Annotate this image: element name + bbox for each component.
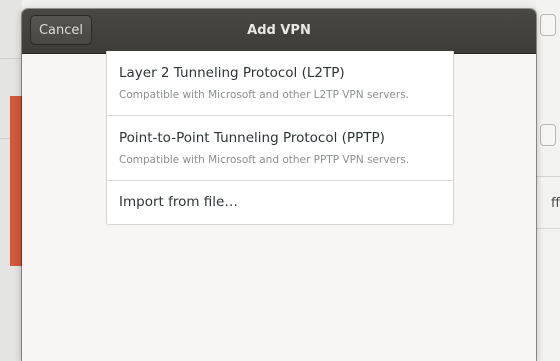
vpn-type-list: Layer 2 Tunneling Protocol (L2TP) Compat… [106,51,454,225]
vpn-option-title: Layer 2 Tunneling Protocol (L2TP) [119,65,345,81]
vpn-option-title: Import from file… [119,194,238,210]
vpn-option-l2tp[interactable]: Layer 2 Tunneling Protocol (L2TP) Compat… [107,51,453,116]
background-sidebar [0,0,22,361]
vpn-option-title: Point-to-Point Tunneling Protocol (PPTP) [119,130,385,146]
background-toggle-label: ff [551,196,560,211]
dialog-titlebar: Add VPN Cancel [22,9,536,54]
add-vpn-dialog: Add VPN Cancel Layer 2 Tunneling Protoco… [22,9,536,361]
background-settings-button [540,124,556,146]
vpn-option-pptp[interactable]: Point-to-Point Tunneling Protocol (PPTP)… [107,116,453,181]
background-right-panel: ff [536,0,560,361]
background-settings-button [540,14,556,36]
cancel-button[interactable]: Cancel [30,15,92,45]
dialog-title: Add VPN [247,23,311,38]
vpn-option-description: Compatible with Microsoft and other PPTP… [119,154,410,166]
background-accent-bar [10,96,22,266]
vpn-option-description: Compatible with Microsoft and other L2TP… [119,89,410,101]
vpn-option-import-file[interactable]: Import from file… [107,181,453,224]
